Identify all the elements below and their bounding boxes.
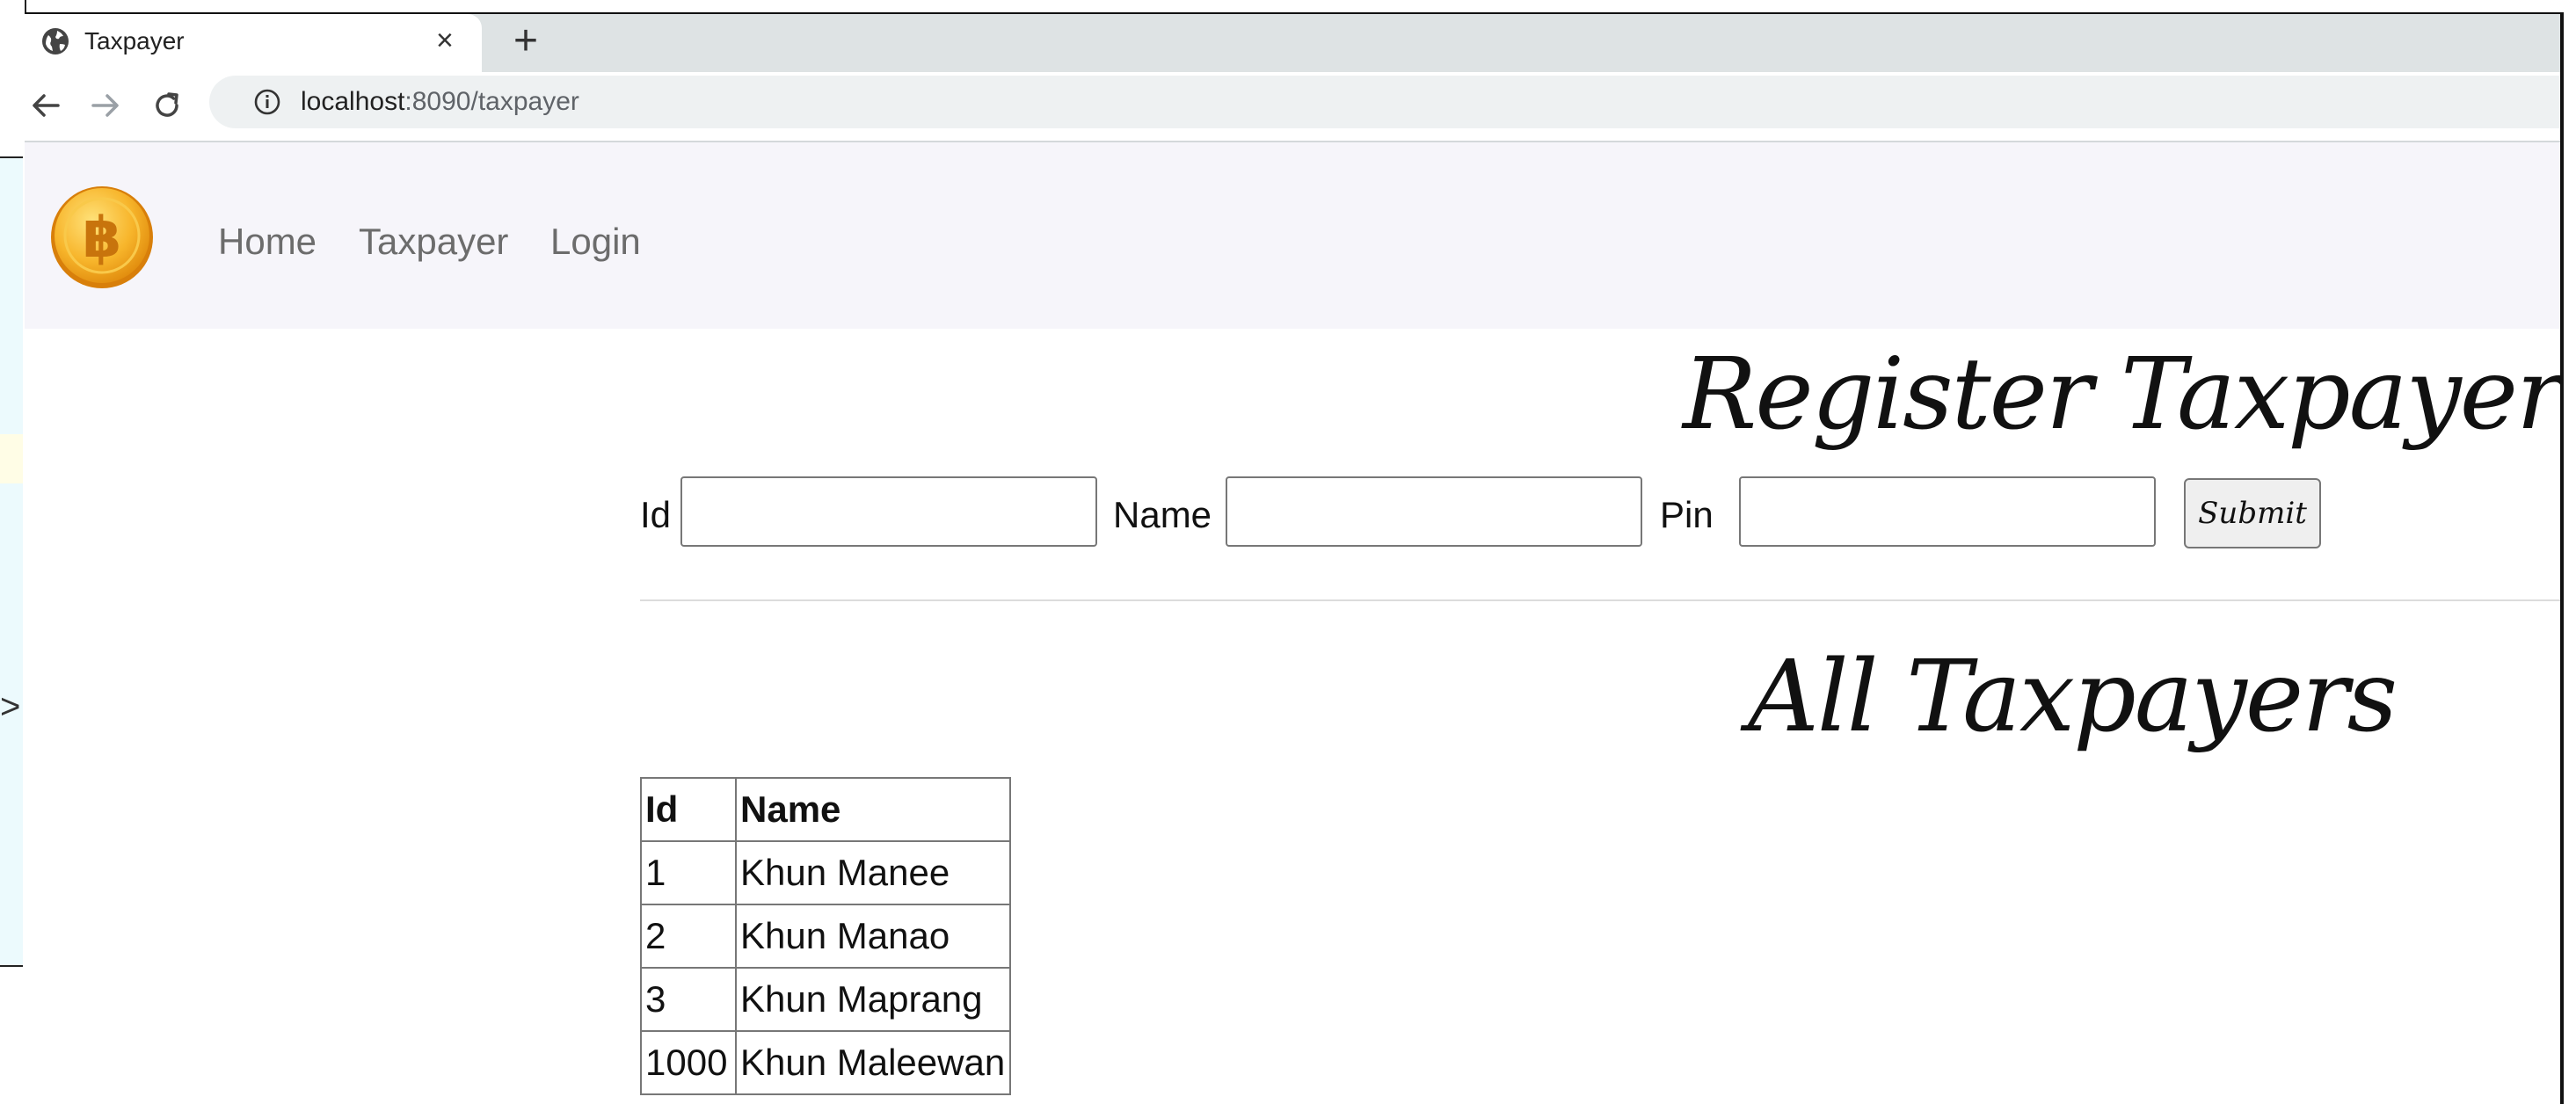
address-bar[interactable]: localhost:8090/taxpayer (209, 76, 2560, 128)
url-path: :8090/taxpayer (404, 87, 579, 116)
pin-input[interactable] (1739, 476, 2156, 547)
info-icon[interactable] (253, 88, 281, 116)
column-header-name: Name (735, 777, 1011, 842)
cell-name: Khun Maprang (735, 967, 1011, 1032)
cell-id: 1 (640, 840, 737, 905)
globe-icon (42, 28, 69, 54)
arrow-left-icon (33, 94, 60, 117)
section-divider (640, 599, 2560, 601)
column-header-id: Id (640, 777, 737, 842)
forward-button[interactable] (84, 84, 127, 127)
register-taxpayer-heading: Register Taxpayer (1683, 338, 2562, 452)
id-label: Id (640, 494, 672, 535)
id-input[interactable] (680, 476, 1097, 547)
name-input[interactable] (1226, 476, 1642, 547)
cell-name: Khun Manee (735, 840, 1011, 905)
background-panel (0, 156, 23, 967)
arrow-right-icon (91, 94, 119, 117)
nav-link-home[interactable]: Home (218, 220, 317, 264)
table-row: 1000 Khun Maleewan (640, 1030, 1011, 1095)
name-label: Name (1113, 494, 1212, 535)
new-tab-button[interactable]: + (513, 18, 538, 65)
cell-id: 1000 (640, 1030, 737, 1095)
tab-title: Taxpayer (84, 27, 185, 54)
svg-text:฿: ฿ (83, 206, 122, 271)
taxpayers-table: Id Name 1 Khun Manee 2 Khun Manao 3 Khun… (640, 777, 1011, 1095)
tab-strip: Taxpayer × + (25, 14, 2560, 72)
background-arrow-glyph: > (0, 687, 21, 726)
bitcoin-logo-icon[interactable]: ฿ (49, 185, 155, 290)
pin-label: Pin (1660, 494, 1714, 535)
table-row: 2 Khun Manao (640, 904, 1011, 969)
back-button[interactable] (25, 84, 67, 127)
background-highlight (0, 434, 23, 483)
cell-id: 3 (640, 967, 737, 1032)
all-taxpayers-heading: All Taxpayers (1748, 640, 2398, 754)
reload-button[interactable] (146, 84, 188, 127)
submit-button[interactable]: Submit (2184, 478, 2321, 548)
page-viewport: ฿ Home Taxpayer Login Register Taxpayer … (25, 142, 2560, 1104)
reload-icon (156, 92, 178, 117)
tab-taxpayer[interactable]: Taxpayer × (25, 14, 482, 72)
cell-name: Khun Maleewan (735, 1030, 1011, 1095)
cell-id: 2 (640, 904, 737, 969)
site-navbar: ฿ Home Taxpayer Login (25, 142, 2560, 329)
table-row: 1 Khun Manee (640, 840, 1011, 905)
background-window-edge: > (0, 0, 26, 1102)
cell-name: Khun Manao (735, 904, 1011, 969)
url-text: localhost:8090/taxpayer (301, 86, 579, 118)
tab-close-icon[interactable]: × (436, 23, 454, 58)
table-header-row: Id Name (640, 777, 1011, 842)
url-host: localhost (301, 87, 405, 116)
nav-link-taxpayer[interactable]: Taxpayer (359, 220, 508, 264)
browser-toolbar: localhost:8090/taxpayer (25, 72, 2560, 142)
browser-window: Taxpayer × + localhost:8090/taxpayer ฿ H… (25, 12, 2564, 1104)
table-row: 3 Khun Maprang (640, 967, 1011, 1032)
nav-link-login[interactable]: Login (550, 220, 641, 264)
